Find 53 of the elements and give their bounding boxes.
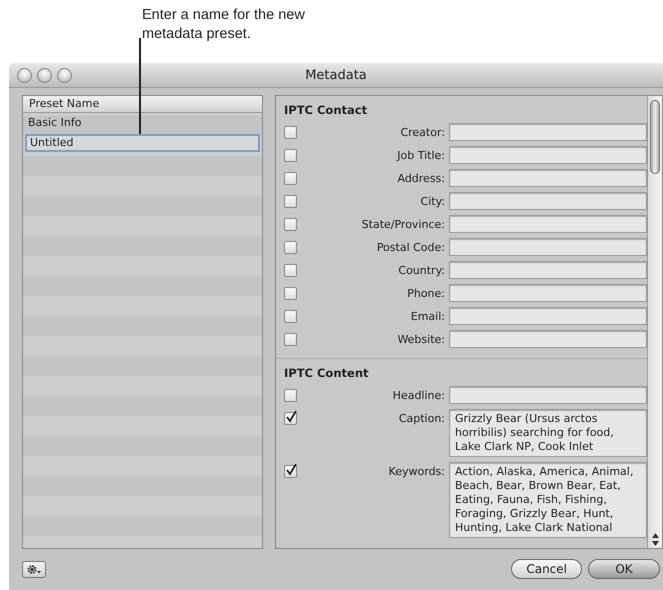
checkbox[interactable] — [284, 195, 297, 208]
field-label: City: — [420, 194, 445, 208]
field-label: Email: — [410, 309, 445, 323]
checkbox[interactable] — [284, 149, 297, 162]
window-control-icon[interactable] — [37, 68, 52, 82]
text-field[interactable] — [449, 169, 647, 187]
text-field[interactable] — [449, 215, 647, 233]
checkbox[interactable] — [284, 218, 297, 231]
field-label: Address: — [396, 171, 445, 185]
window-title: Metadata — [305, 68, 367, 82]
gear-icon — [26, 564, 42, 574]
checkbox[interactable] — [284, 465, 297, 478]
callout-text: Enter a name for the new metadata preset. — [142, 6, 306, 44]
text-field[interactable] — [449, 330, 647, 348]
text-area[interactable]: Action, Alaska, America, Animal, Beach, Bear, Brown Bear, Eat, Eating, Fauna, Fish, Fishing, Foraging, Grizzly Bear, Hunt, Hunting, Lake Clark National — [449, 462, 647, 538]
field-label: Phone: — [406, 286, 445, 300]
field-label: Caption: — [398, 411, 445, 425]
window-control-icon[interactable] — [17, 68, 32, 82]
field-label: Postal Code: — [376, 240, 445, 254]
field-label: Headline: — [392, 388, 445, 402]
checkbox[interactable] — [284, 412, 297, 425]
section-title: IPTC Content — [283, 365, 370, 382]
field-label: State/Province: — [360, 217, 445, 231]
checkbox[interactable] — [284, 389, 297, 402]
text-field[interactable] — [449, 238, 647, 256]
column-header[interactable]: Preset Name — [23, 96, 262, 113]
checkbox[interactable] — [284, 126, 297, 139]
text-field[interactable] — [449, 307, 647, 325]
ok-button[interactable]: OK — [588, 559, 660, 579]
section-title: IPTC Contact — [283, 102, 368, 119]
window-control-icon[interactable] — [57, 68, 72, 82]
text-field[interactable] — [449, 284, 647, 302]
text-area[interactable]: Grizzly Bear (Ursus arctos horribilis) searching for food, Lake Clark NP, Cook Inlet — [449, 409, 647, 457]
field-label: Job Title: — [396, 148, 445, 162]
text-field[interactable] — [449, 261, 647, 279]
checkbox[interactable] — [284, 264, 297, 277]
field-label: Keywords: — [388, 464, 445, 478]
cancel-button[interactable]: Cancel — [511, 559, 582, 579]
text-field[interactable] — [449, 123, 647, 141]
checkbox[interactable] — [284, 241, 297, 254]
field-label: Website: — [396, 332, 445, 346]
text-field[interactable] — [449, 386, 647, 404]
checkbox[interactable] — [284, 310, 297, 323]
checkbox[interactable] — [284, 172, 297, 185]
field-label: Creator: — [399, 125, 445, 139]
list-item[interactable]: Basic Info — [28, 116, 82, 129]
text-field[interactable] — [449, 192, 647, 210]
text-field[interactable] — [449, 146, 647, 164]
checkbox[interactable] — [284, 287, 297, 300]
gear-menu-button[interactable] — [22, 560, 46, 578]
name-field[interactable]: Untitled — [25, 134, 260, 152]
field-label: Country: — [397, 263, 445, 277]
checkbox[interactable] — [284, 333, 297, 346]
